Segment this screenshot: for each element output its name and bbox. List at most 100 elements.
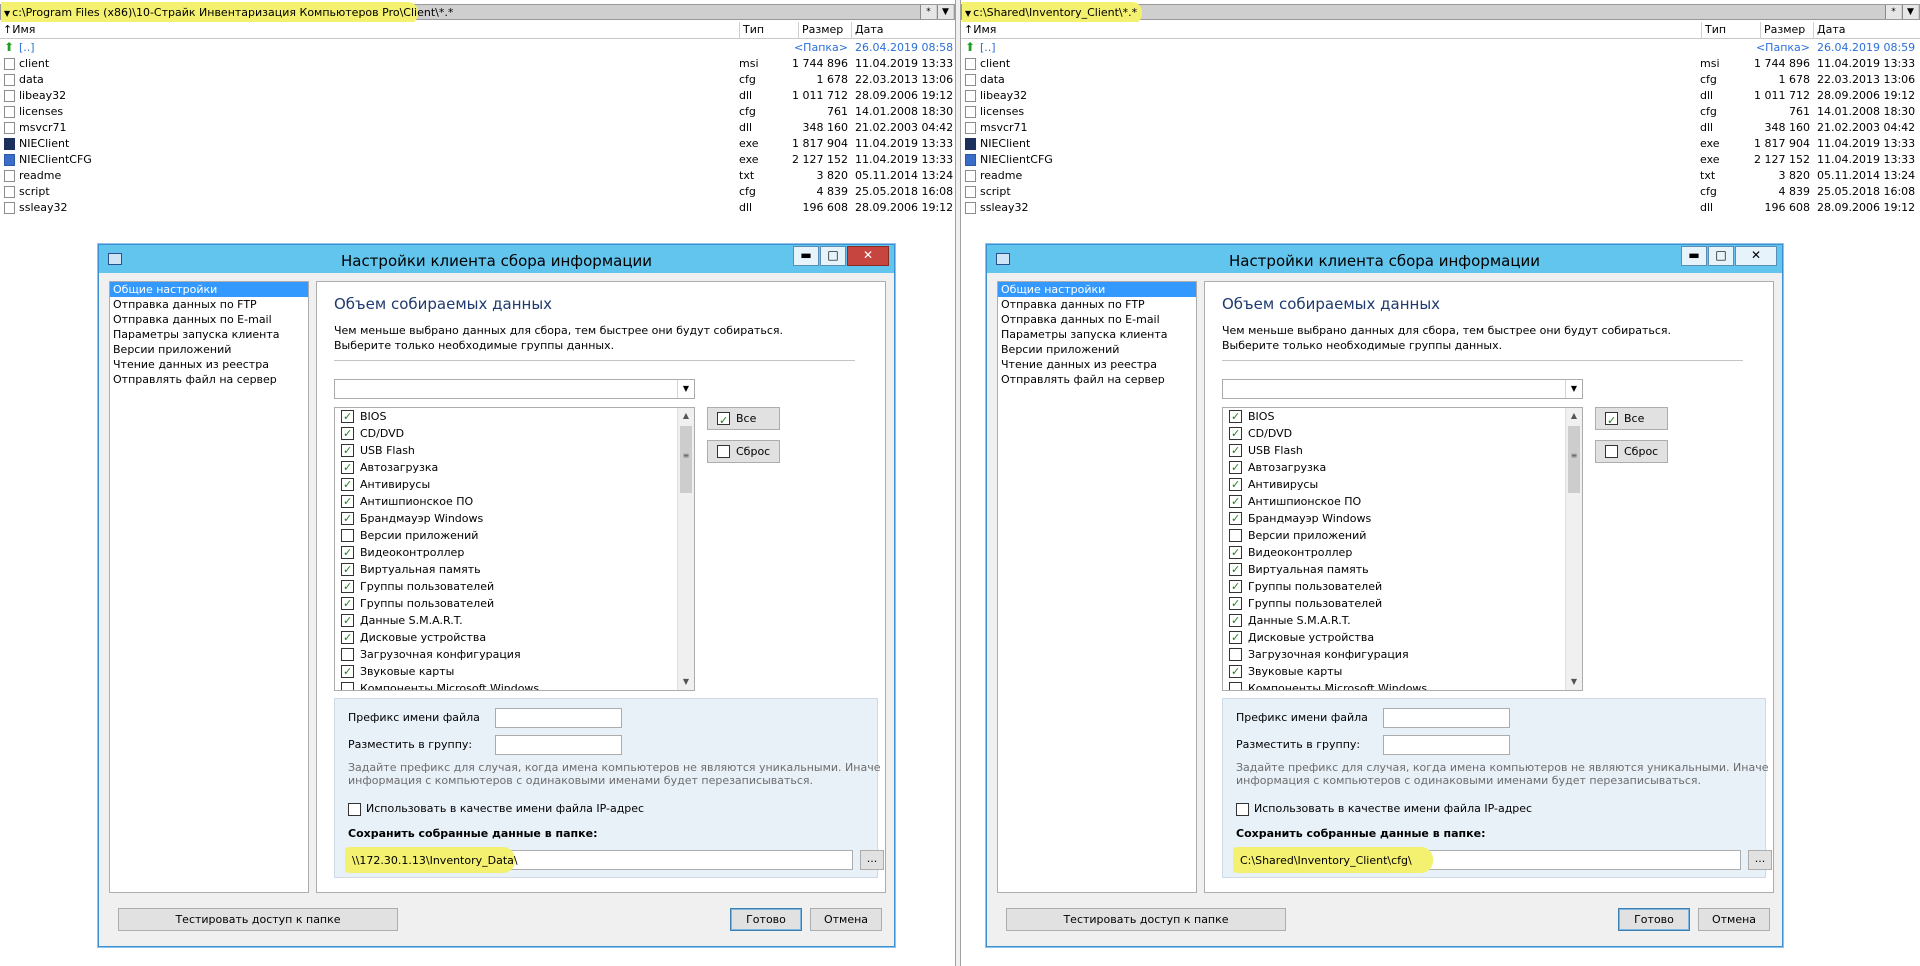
checklist-item[interactable]: Группы пользователей [1223, 578, 1582, 595]
scroll-up-icon[interactable]: ▲ [678, 408, 694, 424]
left-col-ext[interactable]: Тип [740, 22, 799, 39]
checkbox[interactable] [1229, 408, 1242, 425]
checkbox[interactable] [341, 442, 354, 459]
right-menu-button[interactable]: ▼ [1902, 5, 1918, 19]
checklist-item[interactable]: Звуковые карты [335, 663, 694, 680]
checkbox[interactable] [1229, 442, 1242, 459]
checklist-item[interactable]: Группы пользователей [335, 578, 694, 595]
file-row[interactable]: client msi 1 744 896 11.04.2019 13:33 [0, 56, 955, 72]
reset-button[interactable]: Сброс [1595, 440, 1668, 463]
scroll-up-icon[interactable]: ▲ [1566, 408, 1582, 424]
checklist-item[interactable]: BIOS [335, 408, 694, 425]
checklist-item[interactable]: Данные S.M.A.R.T. [1223, 612, 1582, 629]
checkbox[interactable] [1229, 493, 1242, 510]
nav-item-launch[interactable]: Параметры запуска клиента [110, 327, 308, 342]
checklist-item[interactable]: Антишпионское ПО [1223, 493, 1582, 510]
checklist-item[interactable]: USB Flash [1223, 442, 1582, 459]
left-menu-button[interactable]: ▼ [937, 5, 953, 19]
checklist-item[interactable]: Версии приложений [1223, 527, 1582, 544]
file-row[interactable]: script cfg 4 839 25.05.2018 16:08 [961, 184, 1920, 200]
save-folder-input[interactable]: C:\Shared\Inventory_Client\cfg\ [1233, 847, 1741, 873]
checkbox[interactable] [1229, 682, 1242, 690]
right-col-size[interactable]: Размер [1761, 22, 1814, 39]
ok-button[interactable]: Готово [1618, 908, 1690, 931]
checkbox[interactable] [1229, 663, 1242, 680]
checkbox[interactable] [341, 612, 354, 629]
group-input[interactable] [495, 735, 622, 755]
checkbox[interactable] [341, 425, 354, 442]
dialog-titlebar[interactable]: Настройки клиента сбора информации ▬ □ ✕ [99, 245, 894, 273]
close-button[interactable]: ✕ [847, 246, 889, 266]
file-row[interactable]: readme txt 3 820 05.11.2014 13:24 [961, 168, 1920, 184]
chevron-down-icon[interactable]: ▼ [1565, 380, 1582, 398]
checklist-item[interactable]: Загрузочная конфигурация [335, 646, 694, 663]
close-button[interactable]: ✕ [1735, 246, 1777, 266]
nav-item-registry[interactable]: Чтение данных из реестра [998, 357, 1196, 372]
file-row[interactable]: data cfg 1 678 22.03.2013 13:06 [961, 72, 1920, 88]
file-row[interactable]: data cfg 1 678 22.03.2013 13:06 [0, 72, 955, 88]
prefix-input[interactable] [1383, 708, 1510, 728]
checkbox[interactable] [1229, 425, 1242, 442]
checklist-item[interactable]: Данные S.M.A.R.T. [335, 612, 694, 629]
prefix-input[interactable] [495, 708, 622, 728]
minimize-button[interactable]: ▬ [1681, 246, 1707, 266]
checkbox[interactable] [341, 493, 354, 510]
checkbox[interactable] [341, 663, 354, 680]
right-col-ext[interactable]: Тип [1702, 22, 1761, 39]
nav-item-ftp[interactable]: Отправка данных по FTP [998, 297, 1196, 312]
checklist-item[interactable]: Виртуальная память [1223, 561, 1582, 578]
minimize-button[interactable]: ▬ [793, 246, 819, 266]
file-row[interactable]: NIEClient exe 1 817 904 11.04.2019 13:33 [0, 136, 955, 152]
left-star-button[interactable]: * [920, 5, 936, 19]
checklist-item[interactable]: Дисковые устройства [1223, 629, 1582, 646]
checkbox[interactable] [341, 529, 354, 542]
checklist-item[interactable]: Компоненты Microsoft Windows [335, 680, 694, 690]
checklist-item[interactable]: Компоненты Microsoft Windows [1223, 680, 1582, 690]
checklist-item[interactable]: CD/DVD [1223, 425, 1582, 442]
checklist-item[interactable]: CD/DVD [335, 425, 694, 442]
nav-item-registry[interactable]: Чтение данных из реестра [110, 357, 308, 372]
checklist-item[interactable]: Антишпионское ПО [335, 493, 694, 510]
checklist-item[interactable]: Антивирусы [335, 476, 694, 493]
checklist-item[interactable]: Автозагрузка [1223, 459, 1582, 476]
checklist-item[interactable]: Группы пользователей [1223, 595, 1582, 612]
file-row[interactable]: licenses cfg 761 14.01.2008 18:30 [961, 104, 1920, 120]
file-row[interactable]: libeay32 dll 1 011 712 28.09.2006 19:12 [0, 88, 955, 104]
checkbox[interactable] [341, 561, 354, 578]
checkbox[interactable] [341, 408, 354, 425]
nav-item-launch[interactable]: Параметры запуска клиента [998, 327, 1196, 342]
checkbox[interactable] [1229, 629, 1242, 646]
left-col-name[interactable]: ↑Имя [0, 22, 740, 39]
test-access-button[interactable]: Тестировать доступ к папке [1006, 908, 1286, 931]
left-col-date[interactable]: Дата [852, 22, 955, 39]
data-preset-combo[interactable]: ▼ [1222, 379, 1583, 399]
checklist-item[interactable]: Версии приложений [335, 527, 694, 544]
checkbox[interactable] [341, 629, 354, 646]
test-access-button[interactable]: Тестировать доступ к папке [118, 908, 398, 931]
checklist-item[interactable]: Видеоконтроллер [335, 544, 694, 561]
group-input[interactable] [1383, 735, 1510, 755]
nav-item-ftp[interactable]: Отправка данных по FTP [110, 297, 308, 312]
file-row[interactable]: ⬆ [..] <Папка> 26.04.2019 08:59 [961, 40, 1920, 56]
checklist-item[interactable]: USB Flash [335, 442, 694, 459]
nav-item-app-versions[interactable]: Версии приложений [998, 342, 1196, 357]
checklist-item[interactable]: Брандмауэр Windows [335, 510, 694, 527]
checkbox[interactable] [341, 476, 354, 493]
checklist-item[interactable]: Антивирусы [1223, 476, 1582, 493]
browse-button[interactable]: ... [860, 850, 884, 870]
chevron-down-icon[interactable]: ▼ [677, 380, 694, 398]
file-row[interactable]: ssleay32 dll 196 608 28.09.2006 19:12 [0, 200, 955, 216]
dialog-titlebar[interactable]: Настройки клиента сбора информации ▬ □ ✕ [987, 245, 1782, 273]
maximize-button[interactable]: □ [820, 246, 846, 266]
checkbox[interactable] [1229, 612, 1242, 629]
checkbox[interactable] [1229, 544, 1242, 561]
checklist-item[interactable]: Звуковые карты [1223, 663, 1582, 680]
checkbox[interactable] [341, 648, 354, 661]
data-preset-combo[interactable]: ▼ [334, 379, 695, 399]
right-path-bar[interactable]: ▼ c:\Shared\Inventory_Client\*.* * ▼ [961, 2, 1920, 24]
file-row[interactable]: NIEClientCFG exe 2 127 152 11.04.2019 13:33 [961, 152, 1920, 168]
checklist-item[interactable]: Виртуальная память [335, 561, 694, 578]
file-row[interactable]: NIEClientCFG exe 2 127 152 11.04.2019 13:33 [0, 152, 955, 168]
file-row[interactable]: ssleay32 dll 196 608 28.09.2006 19:12 [961, 200, 1920, 216]
checkbox[interactable] [341, 459, 354, 476]
